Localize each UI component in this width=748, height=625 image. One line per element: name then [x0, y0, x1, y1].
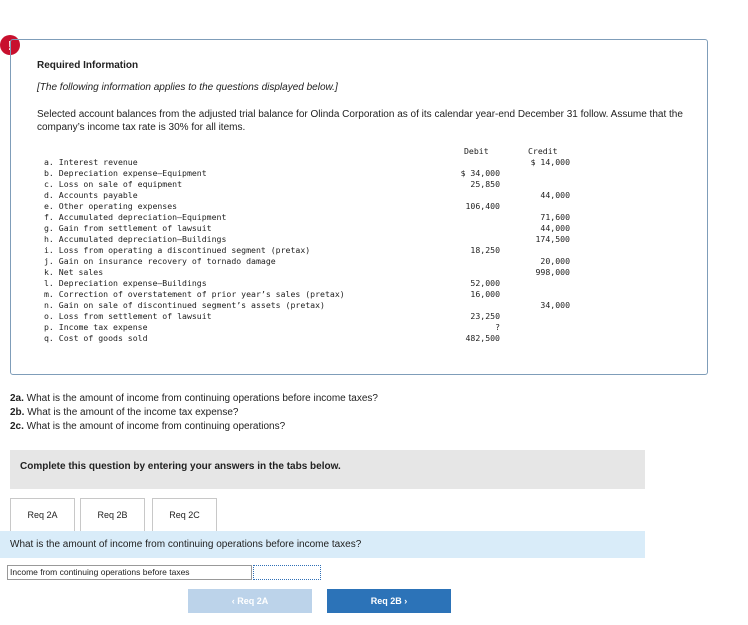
account-row: h. Accumulated depreciation—Buildings — [44, 234, 227, 244]
account-row: d. Accounts payable — [44, 190, 138, 200]
tab-req-2c[interactable]: Req 2C — [152, 498, 217, 531]
credit-cell — [480, 245, 570, 256]
info-title: Required Information — [37, 60, 139, 71]
answer-label: Income from continuing operations before… — [7, 565, 252, 580]
credit-cell: 71,600 — [540, 212, 570, 222]
question-2a: 2a. What is the amount of income from co… — [10, 393, 378, 404]
account-row: a. Interest revenue — [44, 157, 138, 167]
account-row: k. Net sales — [44, 267, 104, 277]
credit-cell — [480, 168, 570, 179]
debit-header: Debit — [464, 146, 489, 156]
question-2c: 2c. What is the amount of income from co… — [10, 421, 286, 432]
account-row: o. Loss from settlement of lawsuit — [44, 311, 212, 321]
prev-req-button[interactable]: ‹ Req 2A — [188, 589, 312, 613]
credit-cell: 44,000 — [540, 223, 570, 233]
answer-row: Income from continuing operations before… — [7, 565, 321, 580]
account-row: l. Depreciation expense—Buildings — [44, 278, 207, 288]
account-row: e. Other operating expenses — [44, 201, 178, 211]
credit-cell — [480, 278, 570, 289]
credit-cell: 174,500 — [535, 234, 570, 244]
credit-cell — [480, 201, 570, 212]
credit-cell: $ 14,000 — [530, 157, 570, 167]
tab-req-2a[interactable]: Req 2A — [10, 498, 75, 531]
account-list: a. Interest revenue b. Depreciation expe… — [44, 157, 345, 344]
question-list: 2a. What is the amount of income from co… — [10, 392, 378, 434]
account-row: f. Accumulated depreciation—Equipment — [44, 212, 227, 222]
question-2b: 2b. What is the amount of the income tax… — [10, 407, 239, 418]
credit-cell — [480, 289, 570, 300]
account-row: p. Income tax expense — [44, 322, 148, 332]
account-row: q. Cost of goods sold — [44, 333, 148, 343]
info-description: Selected account balances from the adjus… — [37, 109, 683, 133]
account-row: m. Correction of overstatement of prior … — [44, 289, 345, 299]
debit-cell: 23,250 — [470, 311, 500, 321]
credit-column: $ 14,000 44,000 71,600 44,000 174,500 20… — [480, 157, 570, 311]
instruction-text: Complete this question by entering your … — [20, 461, 341, 472]
credit-cell — [480, 179, 570, 190]
credit-header: Credit — [528, 146, 558, 156]
credit-cell: 44,000 — [540, 190, 570, 200]
instruction-bar: Complete this question by entering your … — [10, 450, 645, 489]
active-question-text: What is the amount of income from contin… — [10, 539, 362, 550]
account-row: c. Loss on sale of equipment — [44, 179, 183, 189]
debit-cell: 482,500 — [465, 333, 500, 343]
debit-cell: ? — [495, 322, 500, 332]
answer-input[interactable] — [253, 565, 321, 580]
credit-cell: 998,000 — [535, 267, 570, 277]
tab-req-2b[interactable]: Req 2B — [80, 498, 145, 531]
info-note: [The following information applies to th… — [37, 82, 338, 93]
account-row: j. Gain on insurance recovery of tornado… — [44, 256, 276, 266]
account-row: b. Depreciation expense—Equipment — [44, 168, 207, 178]
credit-cell: 20,000 — [540, 256, 570, 266]
next-req-button[interactable]: Req 2B › — [327, 589, 451, 613]
account-row: g. Gain from settlement of lawsuit — [44, 223, 212, 233]
account-row: i. Loss from operating a discontinued se… — [44, 245, 311, 255]
credit-cell: 34,000 — [540, 300, 570, 310]
account-row: n. Gain on sale of discontinued segment’… — [44, 300, 325, 310]
active-question-bar: What is the amount of income from contin… — [0, 531, 645, 558]
